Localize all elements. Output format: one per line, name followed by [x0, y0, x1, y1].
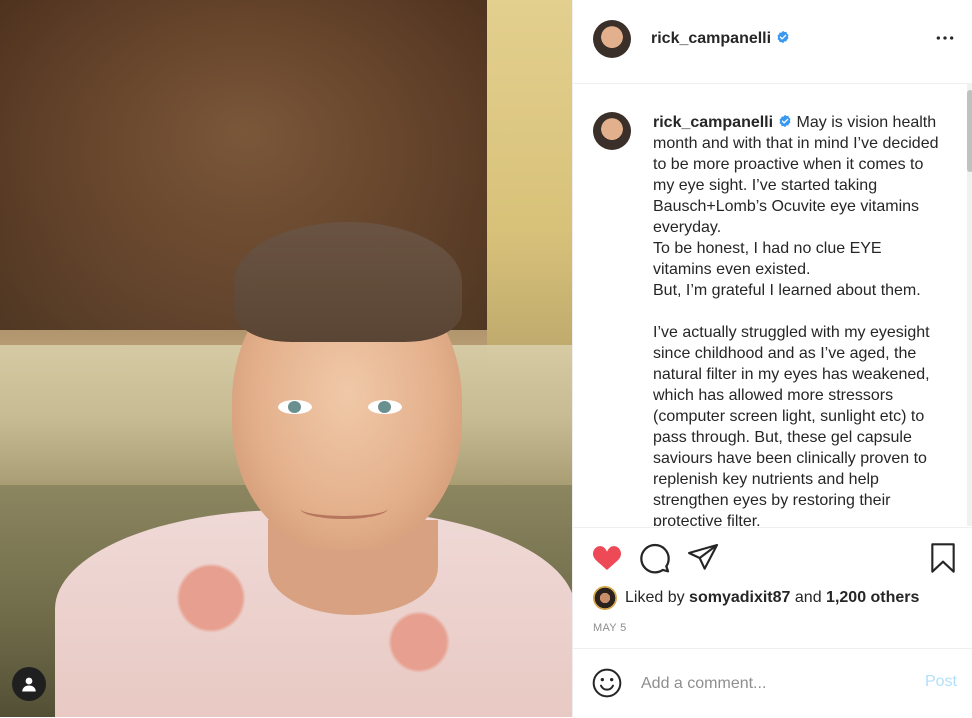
more-options-button[interactable]: [935, 28, 955, 51]
post-header: rick_campanelli: [573, 0, 972, 84]
more-horizontal-icon: [936, 36, 954, 40]
post-photo[interactable]: [0, 0, 572, 717]
share-button[interactable]: [687, 542, 719, 574]
user-icon: [22, 677, 36, 692]
photo-eye-left: [278, 400, 312, 414]
caption-blank-line: [653, 301, 943, 322]
post-actions: Liked by somyadixit87 and 1,200 others M…: [573, 527, 972, 648]
header-username[interactable]: rick_campanelli: [651, 30, 790, 48]
verified-badge-icon: [777, 30, 789, 44]
bookmark-icon: [931, 543, 955, 573]
liker-avatar[interactable]: [593, 586, 617, 610]
post-comment-button[interactable]: Post: [925, 673, 957, 691]
caption-line: I’ve actually struggled with my eyesight…: [653, 324, 930, 526]
photo-background-wall: [487, 0, 572, 380]
comment-icon: [640, 543, 670, 574]
emoji-icon: [592, 668, 622, 698]
paper-plane-icon: [687, 543, 719, 570]
comments-area[interactable]: rick_campanelli May is vision health mon…: [573, 84, 969, 526]
caption-line: But, I’m grateful I learned about them.: [653, 282, 921, 299]
photo-smile: [300, 498, 388, 519]
post-side-panel: rick_campanelli rick_campanelli May is v…: [572, 0, 972, 717]
likes-connector: and: [794, 589, 822, 606]
emoji-button[interactable]: [591, 667, 623, 699]
caption-username[interactable]: rick_campanelli: [653, 114, 773, 131]
avatar[interactable]: [593, 20, 631, 58]
add-comment-bar: Post: [573, 648, 972, 718]
comments-scrollbar[interactable]: [967, 84, 972, 526]
caption-line: To be honest, I had no clue EYE vitamins…: [653, 240, 882, 278]
post-caption: rick_campanelli May is vision health mon…: [653, 112, 943, 526]
caption-avatar[interactable]: [593, 112, 631, 150]
likes-summary: Liked by somyadixit87 and 1,200 others: [593, 586, 919, 610]
comment-input[interactable]: [639, 671, 913, 697]
liker-username[interactable]: somyadixit87: [689, 589, 790, 607]
like-button[interactable]: [591, 542, 623, 574]
verified-badge-icon: [779, 114, 791, 128]
heart-filled-icon: [593, 546, 621, 570]
caption-line: May is vision health month and with that…: [653, 114, 939, 236]
scrollbar-thumb[interactable]: [967, 90, 972, 172]
header-username-text[interactable]: rick_campanelli: [651, 30, 771, 47]
comment-button[interactable]: [639, 542, 671, 574]
photo-eye-right: [368, 400, 402, 414]
save-button[interactable]: [927, 542, 959, 574]
post-date[interactable]: MAY 5: [593, 622, 627, 634]
likes-prefix: Liked by: [625, 589, 685, 606]
tagged-users-button[interactable]: [12, 667, 46, 701]
likes-others-link[interactable]: 1,200 others: [826, 589, 919, 607]
photo-hair: [234, 222, 462, 342]
